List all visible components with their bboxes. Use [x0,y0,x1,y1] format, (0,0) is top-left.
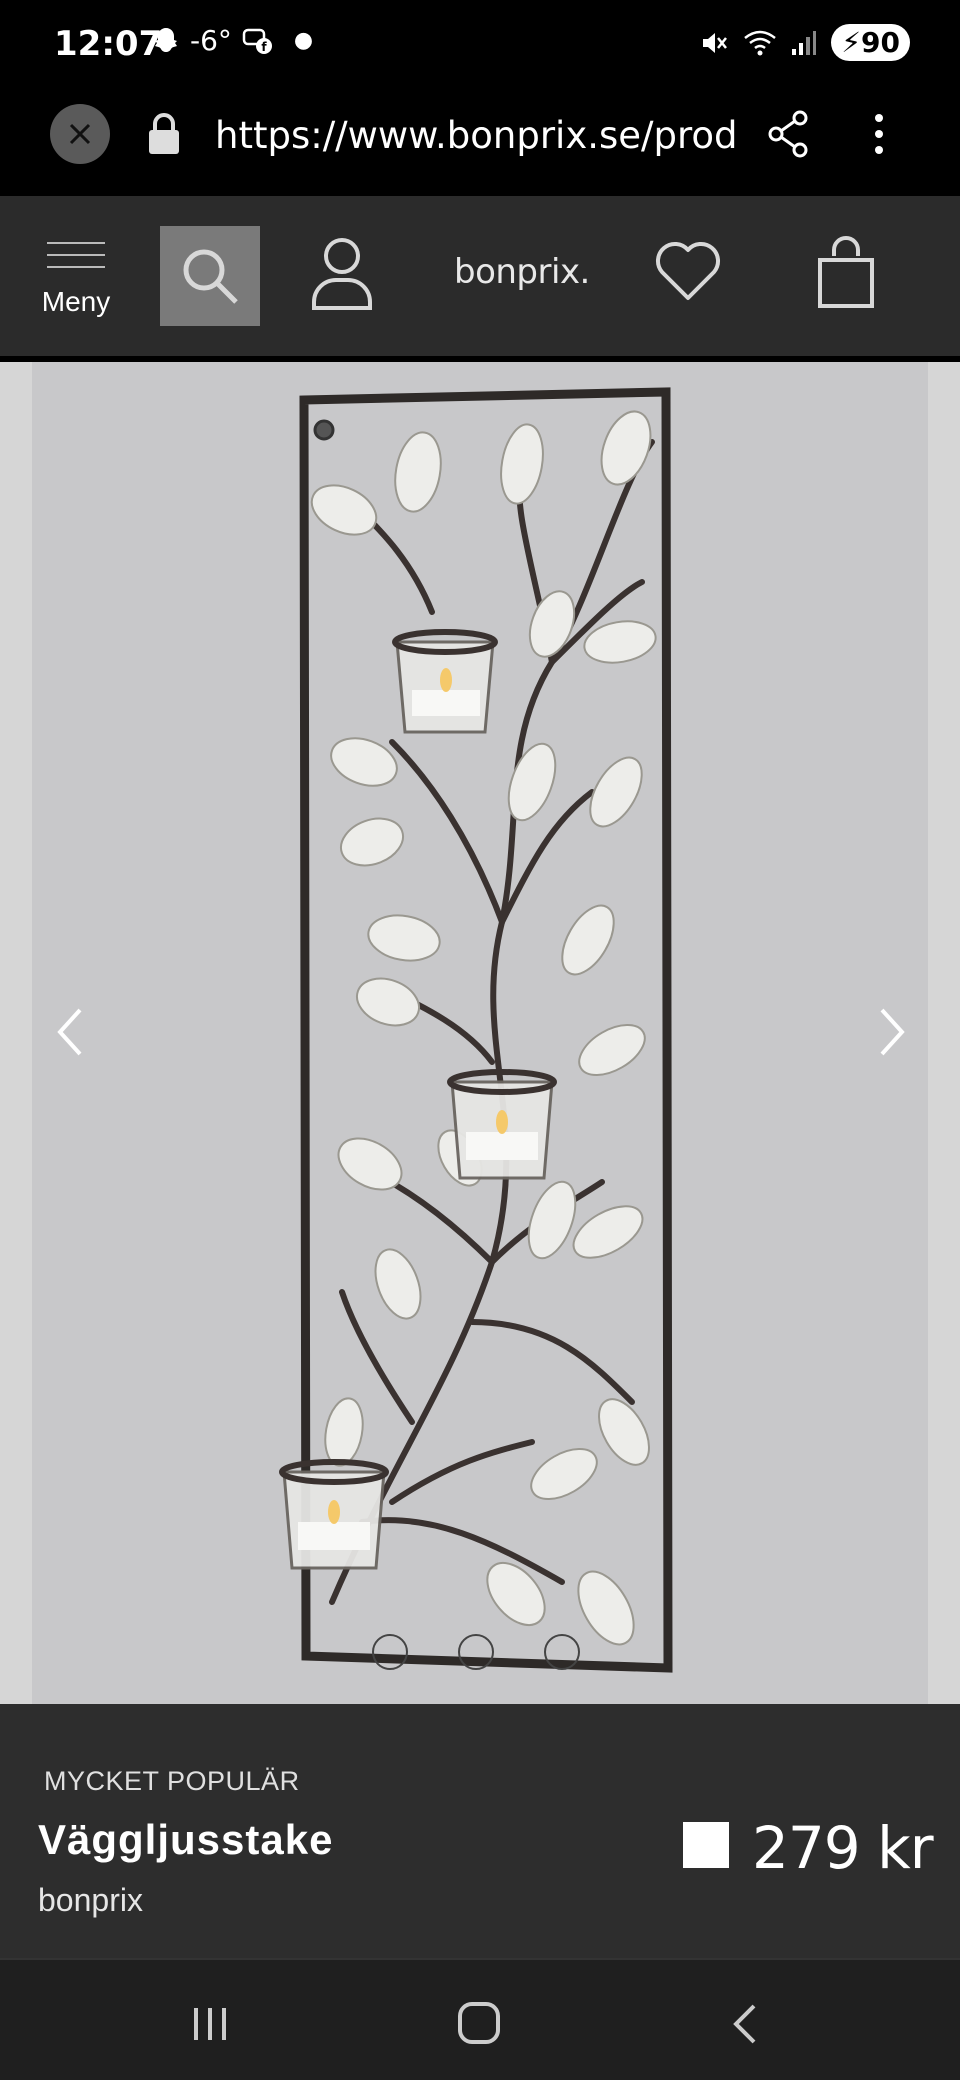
mute-icon [703,32,728,53]
next-image-arrow-icon[interactable] [872,1002,912,1062]
close-icon [69,123,91,145]
shopping-bag-icon[interactable] [816,236,876,310]
color-swatch[interactable] [683,1822,729,1868]
account-icon[interactable] [310,236,374,312]
gallery-pagination [372,1634,580,1670]
system-navigation-bar [0,1958,960,2080]
product-info-bar: MYCKET POPULÄR Väggljusstake bonprix 279… [0,1704,960,1958]
search-button[interactable] [160,226,260,326]
gallery-dot[interactable] [372,1634,408,1670]
dot-icon: ● [293,28,314,53]
status-time: 12:07 [54,24,163,64]
status-right-icons: ⚡90 [699,24,910,61]
candle-holder-bottom [279,1459,389,1570]
temperature-text: -6° [190,24,232,57]
battery-indicator: ⚡90 [831,24,910,61]
bonprix-logo[interactable]: bonprix. [454,252,590,292]
close-tab-button[interactable] [50,104,110,164]
product-gallery[interactable] [0,362,960,1704]
url-field[interactable]: https://www.bonprix.se/prod [215,114,735,157]
gallery-dot[interactable] [544,1634,580,1670]
product-brand[interactable]: bonprix [38,1882,143,1919]
svg-text:f: f [261,40,267,54]
search-icon [183,249,238,304]
messenger-icon: f [242,28,272,54]
menu-label: Meny [41,286,111,317]
gallery-dot[interactable] [458,1634,494,1670]
recent-apps-icon[interactable] [190,2004,230,2044]
wishlist-heart-icon[interactable] [654,240,722,302]
site-header: Meny bonprix. [0,196,960,558]
hamburger-icon [47,242,105,268]
lock-icon[interactable] [146,112,182,158]
gallery-slide [32,362,928,1704]
more-options-icon[interactable] [864,110,894,158]
candle-holder-middle [447,1069,557,1180]
battery-level: 90 [861,26,900,59]
wifi-icon [744,30,777,55]
status-notification-icons: -6° f ● [152,24,313,57]
signal-icon [792,30,817,55]
snapchat-icon [155,27,177,52]
previous-image-arrow-icon[interactable] [50,1002,90,1062]
browser-address-bar: https://www.bonprix.se/prod [0,90,960,194]
popularity-badge: MYCKET POPULÄR [44,1766,300,1796]
candle-holder-top [392,629,498,734]
product-price: 279 kr [752,1814,934,1882]
back-icon[interactable] [730,2002,760,2046]
home-icon[interactable] [456,2000,502,2046]
product-image[interactable] [32,362,928,1704]
status-bar: 12:07 -6° f ● ⚡90 [0,0,960,90]
share-icon[interactable] [768,110,810,158]
product-title: Väggljusstake [38,1816,334,1863]
menu-button[interactable]: Meny [36,242,116,332]
